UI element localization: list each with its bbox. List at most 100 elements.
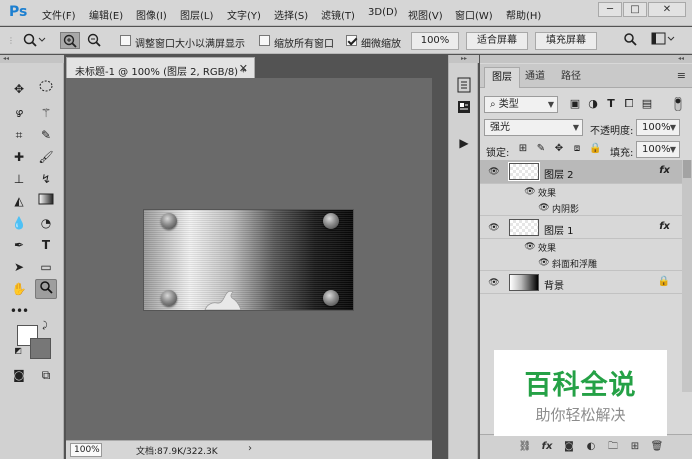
panel-menu-icon[interactable]: ≡ [677,69,686,82]
effects-row[interactable]: 👁 效果 [480,239,682,255]
default-colors-icon[interactable]: ◩ [12,345,24,357]
visibility-eye-icon[interactable]: 👁 [538,203,550,213]
quick-mask-icon[interactable]: ◙ [8,365,30,385]
visibility-eye-icon[interactable]: 👁 [488,223,500,233]
new-layer-icon[interactable]: ⊞ [628,440,642,454]
dodge-tool-icon[interactable]: ◔ [35,213,57,233]
fill-screen-button[interactable]: 填充屏幕 [535,32,597,50]
fit-screen-button[interactable]: 适合屏幕 [466,32,528,50]
layer-row-layer-1[interactable]: 👁 图层 1 fx [480,217,682,239]
lasso-tool-icon[interactable]: ഴ [8,103,30,123]
more-tools-icon[interactable]: ••• [8,301,30,321]
close-button[interactable]: ✕ [648,2,686,17]
zoom-in-icon[interactable] [60,32,80,49]
visibility-eye-icon[interactable]: 👁 [488,167,500,177]
scrubby-zoom-checkbox[interactable] [346,35,357,46]
link-layers-icon[interactable]: ⛓ [518,440,532,454]
zoom-all-windows-checkbox[interactable] [259,35,270,46]
layer-row-background[interactable]: 👁 背景 🔒 [480,272,682,294]
menu-view[interactable]: 视图(V) [408,7,443,22]
actions-play-icon[interactable]: ▶ [456,135,472,151]
screen-mode-icon[interactable]: ⧉ [35,365,57,385]
swap-colors-icon[interactable]: ⤸ [38,319,52,333]
crop-tool-icon[interactable]: ⌗ [8,125,30,145]
effect-row-bevel-emboss[interactable]: 👁 斜面和浮雕 [480,255,682,271]
visibility-eye-icon[interactable]: 👁 [524,187,536,197]
lock-artboard-icon[interactable]: ⧈ [571,143,583,155]
smart-object-filter-icon[interactable]: ▤ [640,97,654,111]
menu-3d[interactable]: 3D(D) [368,7,398,18]
visibility-eye-icon[interactable]: 👁 [488,278,500,288]
eraser-tool-icon[interactable]: ◭ [8,191,30,211]
hand-tool-icon[interactable]: ✋ [8,279,30,299]
marquee-tool-icon[interactable] [35,79,57,99]
history-panel-icon[interactable] [456,77,472,93]
move-tool-icon[interactable]: ✥ [8,79,30,99]
healing-brush-tool-icon[interactable]: ✚ [8,147,30,167]
document-tab[interactable]: 未标题-1 @ 100% (图层 2, RGB/8) * ✕ [66,57,255,78]
layer-name[interactable]: 背景 [544,277,564,292]
adjustment-filter-icon[interactable]: ◑ [586,97,600,111]
menu-filter[interactable]: 滤镜(T) [321,7,355,22]
tab-paths[interactable]: 路径 [554,67,588,88]
menu-window[interactable]: 窗口(W) [455,7,493,22]
restore-button[interactable]: □ [623,2,647,17]
lock-all-icon[interactable]: 🔒 [589,143,601,155]
history-brush-tool-icon[interactable]: ↯ [35,169,57,189]
clone-stamp-tool-icon[interactable]: ⊥ [8,169,30,189]
workspace-switcher-icon[interactable] [650,32,676,49]
lock-transparent-icon[interactable]: ⊞ [517,143,529,155]
close-tab-icon[interactable]: ✕ [239,62,248,75]
shape-filter-icon[interactable]: ⧠ [622,97,636,111]
add-mask-icon[interactable]: ◙ [562,440,576,454]
opacity-field[interactable]: 100% ▼ [636,119,680,136]
blend-mode-select[interactable]: 强光 ▼ [484,119,583,136]
layer-row-layer-2[interactable]: 👁 图层 2 fx [480,160,682,184]
effect-row-inner-shadow[interactable]: 👁 内阴影 [480,200,682,216]
brush-tool-icon[interactable]: 🖌 [35,147,57,167]
new-group-icon[interactable]: 🗀 [606,440,620,454]
menu-layer[interactable]: 图层(L) [180,7,213,22]
filter-toggle-icon[interactable] [673,96,683,112]
fill-field[interactable]: 100% ▼ [636,141,680,158]
add-style-fx-icon[interactable]: fx [540,440,554,454]
zoom-100-button[interactable]: 100% [411,32,459,50]
type-filter-icon[interactable]: T [604,97,618,111]
menu-help[interactable]: 帮助(H) [506,7,541,22]
layers-scrollbar[interactable] [682,160,692,392]
visibility-eye-icon[interactable]: 👁 [538,258,550,268]
visibility-eye-icon[interactable]: 👁 [524,242,536,252]
effects-fx-icon[interactable]: fx [659,165,670,176]
tools-collapse-icon[interactable]: ◂◂ [0,55,64,63]
blur-tool-icon[interactable]: 💧 [8,213,30,233]
zoom-tool-preset-icon[interactable] [20,32,48,49]
layer-name[interactable]: 图层 1 [544,222,574,237]
zoom-tool-icon[interactable] [35,279,57,299]
menu-file[interactable]: 文件(F) [42,7,76,22]
menu-type[interactable]: 文字(Y) [227,7,261,22]
dock-collapse-icon[interactable]: ▸▸ [449,55,479,63]
path-selection-tool-icon[interactable]: ➤ [8,257,30,277]
lock-position-icon[interactable]: ✥ [553,143,565,155]
filter-kind-select[interactable]: ⌕ 类型 ▼ [484,96,558,113]
zoom-level-field[interactable]: 100% [70,443,102,457]
zoom-out-icon[interactable] [84,32,104,49]
menu-select[interactable]: 选择(S) [274,7,308,22]
rectangle-tool-icon[interactable]: ▭ [35,257,57,277]
magic-wand-tool-icon[interactable]: ⚚ [35,103,57,123]
pen-tool-icon[interactable]: ✒ [8,235,30,255]
effects-row[interactable]: 👁 效果 [480,184,682,200]
menu-image[interactable]: 图像(I) [136,7,167,22]
delete-layer-icon[interactable]: 🗑 [650,440,664,454]
tab-layers[interactable]: 图层 [484,67,520,88]
pixel-filter-icon[interactable]: ▣ [568,97,582,111]
effects-fx-icon[interactable]: fx [659,221,670,232]
minimize-button[interactable]: ─ [598,2,622,17]
lock-image-icon[interactable]: ✎ [535,143,547,155]
properties-panel-icon[interactable] [456,99,472,115]
background-color-swatch[interactable] [30,338,51,359]
layer-name[interactable]: 图层 2 [544,166,574,181]
menu-edit[interactable]: 编辑(E) [89,7,123,22]
type-tool-icon[interactable]: T [35,235,57,255]
status-menu-arrow-icon[interactable]: › [248,443,252,454]
